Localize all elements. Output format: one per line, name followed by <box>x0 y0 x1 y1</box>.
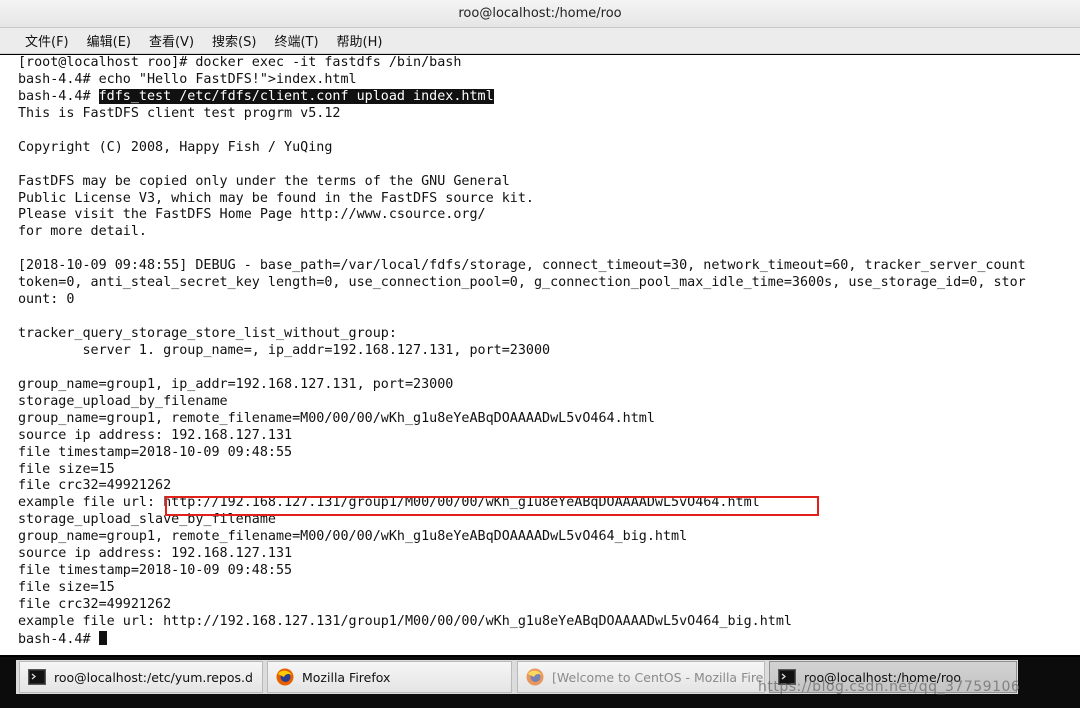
terminal-line: example file url: http://192.168.127.131… <box>18 613 792 629</box>
taskbar-item-label: roo@localhost:/etc/yum.repos.d <box>54 669 253 685</box>
terminal-line: group_name=group1, ip_addr=192.168.127.1… <box>18 376 454 392</box>
taskbar-item-yum-terminal[interactable]: roo@localhost:/etc/yum.repos.d <box>19 661 263 693</box>
terminal-output: [root@localhost roo]# docker exec -it fa… <box>18 55 1080 648</box>
menu-file[interactable]: 文件(F) <box>16 31 78 50</box>
terminal-line: ount: 0 <box>18 292 75 308</box>
terminal-line: storage_upload_slave_by_filename <box>18 512 276 528</box>
terminal-line: file size=15 <box>18 461 115 477</box>
terminal-margin <box>0 55 16 655</box>
selected-command: fdfs_test /etc/fdfs/client.conf upload i… <box>98 88 494 104</box>
terminal-line: Please visit the FastDFS Home Page http:… <box>18 207 486 223</box>
terminal-line: This is FastDFS client test progrm v5.12 <box>18 105 341 121</box>
terminal-line: bash-4.4# <box>18 630 1080 648</box>
taskbar-item-label: Mozilla Firefox <box>302 669 391 685</box>
terminal-line: [root@localhost roo]# docker exec -it fa… <box>18 55 462 70</box>
terminal-line: bash-4.4# echo "Hello FastDFS!">index.ht… <box>18 71 357 87</box>
terminal-line: group_name=group1, remote_filename=M00/0… <box>18 410 655 426</box>
menu-terminal[interactable]: 终端(T) <box>265 31 327 50</box>
terminal-line: file timestamp=2018-10-09 09:48:55 <box>18 563 293 579</box>
terminal-line: Public License V3, which may be found in… <box>18 190 534 206</box>
terminal-line: for more detail. <box>18 224 147 240</box>
taskbar-item-firefox[interactable]: Mozilla Firefox <box>267 661 512 693</box>
prompt-text: bash-4.4# <box>18 631 99 647</box>
terminal-line: example file url: http://192.168.127.131… <box>18 495 760 511</box>
taskbar-item-centos-firefox[interactable]: [Welcome to CentOS - Mozilla Fire··· <box>517 661 765 693</box>
terminal-line: [2018-10-09 09:48:55] DEBUG - base_path=… <box>18 258 1026 274</box>
terminal-line: file timestamp=2018-10-09 09:48:55 <box>18 444 293 460</box>
firefox-icon <box>526 668 544 686</box>
window-title: roo@localhost:/home/roo <box>458 6 622 21</box>
terminal-line: file crc32=49921262 <box>18 478 172 494</box>
terminal-line: file crc32=49921262 <box>18 597 172 612</box>
terminal-line: server 1. group_name=, ip_addr=192.168.1… <box>18 342 551 358</box>
text-cursor <box>98 630 107 645</box>
menu-help[interactable]: 帮助(H) <box>328 31 392 50</box>
terminal-line: bash-4.4# fdfs_test /etc/fdfs/client.con… <box>18 88 1080 106</box>
menu-edit[interactable]: 编辑(E) <box>78 31 140 50</box>
terminal-line: source ip address: 192.168.127.131 <box>18 427 293 443</box>
terminal-icon <box>28 669 46 685</box>
prompt-text: bash-4.4# <box>18 88 99 104</box>
terminal-line: group_name=group1, remote_filename=M00/0… <box>18 529 688 545</box>
terminal-line: source ip address: 192.168.127.131 <box>18 546 293 562</box>
terminal-line: tracker_query_storage_store_list_without… <box>18 326 397 341</box>
firefox-icon <box>276 668 294 686</box>
menu-search[interactable]: 搜索(S) <box>203 31 265 50</box>
menu-bar: 文件(F) 编辑(E) 查看(V) 搜索(S) 终端(T) 帮助(H) <box>0 28 1080 54</box>
menu-view[interactable]: 查看(V) <box>140 31 203 50</box>
terminal-line: storage_upload_by_filename <box>18 393 228 409</box>
terminal-line: FastDFS may be copied only under the ter… <box>18 173 510 189</box>
terminal-line: file size=15 <box>18 580 115 596</box>
terminal-line: token=0, anti_steal_secret_key length=0,… <box>18 275 1026 291</box>
terminal-line: Copyright (C) 2008, Happy Fish / YuQing <box>18 139 333 155</box>
watermark: https://blog.csdn.net/qq_37759106 <box>758 679 1021 695</box>
taskbar: roo@localhost:/etc/yum.repos.d Mozilla F… <box>0 657 1080 708</box>
taskbar-item-label: [Welcome to CentOS - Mozilla Fire··· <box>552 669 765 685</box>
window-titlebar[interactable]: roo@localhost:/home/roo <box>0 0 1080 28</box>
terminal-area[interactable]: [root@localhost roo]# docker exec -it fa… <box>0 55 1080 655</box>
